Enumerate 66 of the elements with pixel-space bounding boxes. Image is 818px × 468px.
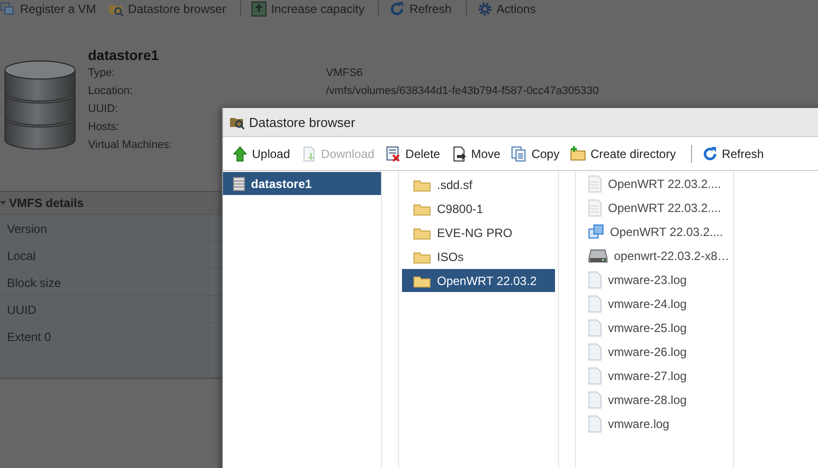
file-icon [588,343,602,361]
detail-label: Version [7,222,48,236]
up-arrow-icon [232,146,248,162]
file-item[interactable]: vmware-26.log [576,340,733,364]
file-item[interactable]: openwrt-22.03.2-x8… [576,244,733,268]
server-icon [0,1,16,17]
file-icon [588,295,602,313]
file-item[interactable]: OpenWRT 22.03.2.... [576,220,733,244]
folder-icon [413,202,431,216]
toolbar-button[interactable]: Move [451,146,508,162]
file-icon [588,271,602,289]
download-icon [301,146,318,162]
move-icon [451,146,468,162]
folder-item[interactable]: EVE-NG PRO [402,221,555,244]
detail-label: Extent 0 [7,330,52,344]
folder-icon [413,274,431,288]
document-icon [588,199,602,217]
toolbar-button[interactable]: Copy [511,146,566,162]
file-item[interactable]: OpenWRT 22.03.2.... [576,196,733,220]
file-item[interactable]: vmware.log [576,412,733,436]
folder-item[interactable]: OpenWRT 22.03.2 [402,269,555,292]
property-label: Location: [88,84,133,99]
hard-drive-icon [588,248,608,264]
property-label: Hosts: [88,120,120,135]
folder-item[interactable]: C9800-1 [402,197,555,220]
folder-icon [413,226,431,240]
property-value: /vmfs/volumes/638344d1-fe43b794-f587-0cc47a305330 [326,84,599,99]
file-icon [588,391,602,409]
detail-label: UUID [7,303,36,317]
tree-item[interactable]: datastore1 [223,172,381,195]
refresh-icon [389,1,406,17]
document-icon [588,175,602,193]
property-value: VMFS6 [326,66,363,81]
file-icon [588,319,602,337]
folder-icon [413,250,431,264]
copy-icon [511,146,528,162]
folder-item[interactable]: .sdd.sf [402,173,555,196]
file-item[interactable]: vmware-23.log [576,268,733,292]
file-icon [588,367,602,385]
file-item[interactable]: vmware-25.log [576,316,733,340]
settings-icon [476,1,492,17]
dialog-title: Datastore browser [249,114,356,130]
new-folder-icon [570,146,586,162]
detail-label: Local [7,249,36,263]
toolbar-button[interactable]: Delete [385,146,448,162]
detail-label: Block size [7,276,62,290]
toolbar-button[interactable]: Upload [232,146,298,162]
refresh-icon [702,146,718,162]
delete-icon [385,146,402,162]
section-title: VMFS details [9,196,84,210]
datastore-name: datastore1 [88,46,160,64]
folder-icon [413,178,431,192]
database-icon [233,176,245,190]
virtual-machine-icon [588,224,604,240]
property-label: Virtual Machines: [88,138,172,153]
folder-item[interactable]: ISOs [402,245,555,268]
file-icon [588,415,602,433]
file-item[interactable]: vmware-27.log [576,364,733,388]
toolbar-button[interactable]: Refresh [702,146,771,162]
toolbar-button[interactable]: Create directory [570,146,683,162]
file-item[interactable]: vmware-24.log [576,292,733,316]
property-label: UUID: [88,102,118,117]
capacity-icon [251,1,268,17]
file-item[interactable]: vmware-28.log [576,388,733,412]
file-item[interactable]: OpenWRT 22.03.2.... [576,172,733,196]
property-label: Type: [88,66,115,81]
